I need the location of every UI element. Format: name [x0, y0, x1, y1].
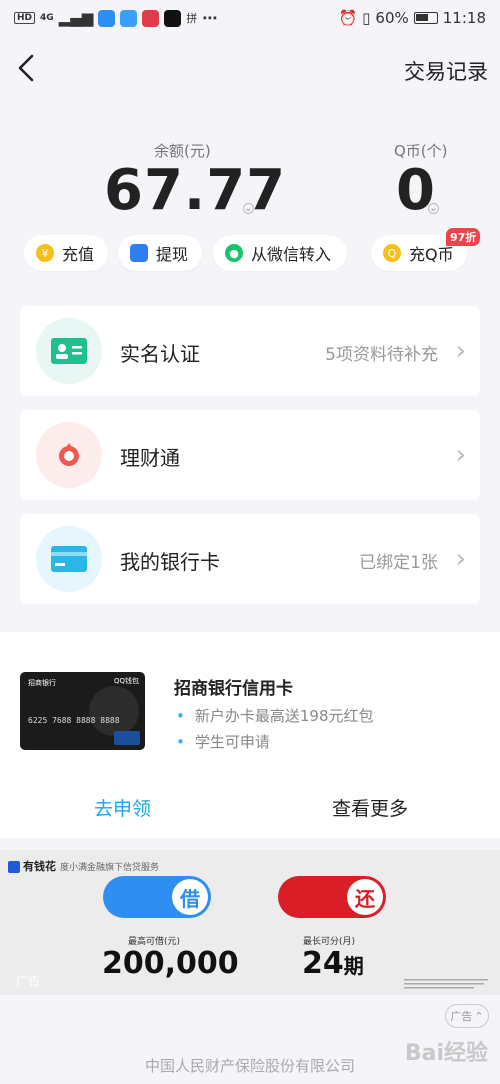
qq-browser-icon [120, 9, 138, 27]
qcoin-icon: Q [383, 244, 401, 262]
loan-ad-banner[interactable]: 有钱花 度小满金融旗下信贷服务 借 还 最高可借(元) 200,000 最长可分(… [0, 850, 500, 995]
wealth-title: 理财通 [120, 446, 180, 470]
view-more-button[interactable]: 查看更多 [332, 794, 408, 821]
ad-tag: 广告 [16, 974, 41, 988]
loan-brand-desc: 度小满金融旗下信贷服务 [60, 863, 160, 873]
borrow-knob: 借 [172, 879, 208, 915]
loan-brand: 有钱花 度小满金融旗下信贷服务 [8, 858, 159, 874]
wealth-card[interactable]: 理财通 › [20, 410, 480, 500]
ad-bullet: 学生可申请 [176, 731, 270, 752]
loan-brand-logo-icon [8, 861, 20, 873]
recharge-label: 充值 [62, 245, 95, 264]
recharge-button[interactable]: ¥ 充值 [24, 235, 108, 271]
chevron-right-icon: › [455, 440, 466, 470]
ad-title[interactable]: 招商银行信用卡 [174, 674, 293, 699]
more-notifications-icon: ⋯ [202, 9, 219, 27]
credit-card-ad: 招商银行 QQ钱包 6225 7688 8888 8888 招商银行信用卡 新户… [0, 632, 500, 838]
fine-print [404, 978, 488, 992]
transactions-link[interactable]: 交易记录 [404, 56, 488, 86]
status-bar: HD 4G ▂▄▆ 拼 ⋯ ⏰ ▯ 60% 11:18 [0, 0, 500, 36]
signal-label: 4G [40, 13, 54, 23]
qq-app-icon [98, 9, 116, 27]
wechat-transfer-button[interactable]: ● 从微信转入 [213, 235, 347, 271]
wallet-icon [130, 244, 148, 262]
balance-value[interactable]: 67.77 [104, 158, 286, 223]
back-arrow-icon [18, 54, 34, 82]
withdraw-button[interactable]: 提现 [118, 235, 202, 271]
id-card-icon [36, 318, 102, 384]
balance-chevron-icon[interactable]: ⌄ [243, 203, 254, 214]
network-hd-label: HD [14, 12, 36, 24]
qcoin-chevron-icon[interactable]: ⌄ [428, 203, 439, 214]
clock: 11:18 [442, 9, 486, 27]
penguin-image [89, 686, 139, 736]
term-value: 24 [302, 946, 344, 981]
term-unit: 期 [343, 954, 364, 978]
wechat-transfer-label: 从微信转入 [251, 245, 332, 264]
insurer-name: 中国人民财产保险股份有限公司 [144, 1057, 355, 1075]
coin-icon: ¥ [36, 244, 54, 262]
repay-toggle: 还 [278, 876, 386, 918]
ad-options-button[interactable]: 广告 ⌃ [445, 1004, 489, 1028]
card-number: 6225 7688 8888 8888 [28, 716, 120, 725]
back-button[interactable] [8, 50, 44, 86]
signal-bars-icon: ▂▄▆ [58, 9, 94, 27]
shopping-app-icon [142, 9, 160, 27]
ad-options-label: 广告 [450, 1010, 473, 1023]
battery-icon [413, 12, 438, 24]
ad-bullet: 新户办卡最高送198元红包 [176, 705, 374, 726]
chevron-right-icon: › [455, 336, 466, 366]
bank-card-card[interactable]: 我的银行卡 已绑定1张 › [20, 514, 480, 604]
chevron-right-icon: › [455, 544, 466, 574]
vibrate-icon: ▯ [362, 9, 371, 27]
apply-button[interactable]: 去申领 [94, 794, 151, 821]
bank-card-title: 我的银行卡 [120, 550, 220, 574]
card-brand-logo: QQ钱包 [113, 677, 139, 685]
real-name-card[interactable]: 实名认证 5项资料待补充 › [20, 306, 480, 396]
header: 交易记录 [0, 44, 500, 94]
real-name-title: 实名认证 [120, 342, 200, 366]
max-borrow-value: 200,000 [102, 946, 239, 981]
real-name-status: 5项资料待补充 [325, 345, 438, 365]
wechat-icon: ● [225, 244, 243, 262]
battery-percent: 60% [375, 9, 409, 27]
wealth-icon [36, 422, 102, 488]
term-value-group: 24期 [302, 946, 364, 981]
discount-badge: 97折 [446, 228, 481, 246]
bank-card-status: 已绑定1张 [359, 553, 438, 573]
bank-card-icon [36, 526, 102, 592]
alarm-icon: ⏰ [338, 9, 358, 27]
app-notification-icon: 拼 [186, 12, 198, 25]
card-bank-name: 招商银行 [28, 679, 56, 687]
credit-card-image[interactable]: 招商银行 QQ钱包 6225 7688 8888 8888 [20, 672, 145, 750]
unionpay-logo [114, 731, 140, 745]
chevron-up-icon: ⌃ [474, 1009, 484, 1023]
tiktok-icon [164, 9, 182, 27]
repay-knob: 还 [347, 879, 383, 915]
loan-brand-name: 有钱花 [23, 860, 56, 873]
withdraw-label: 提现 [156, 245, 189, 264]
borrow-toggle: 借 [103, 876, 211, 918]
